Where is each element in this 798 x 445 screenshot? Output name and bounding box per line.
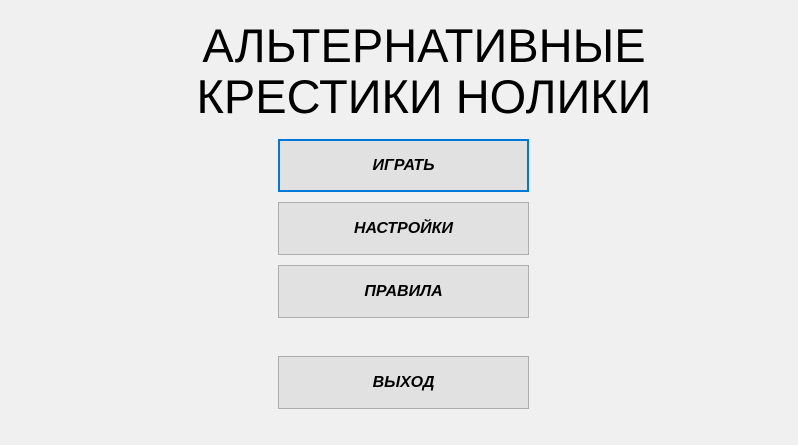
game-title-line-1: АЛЬТЕРНАТИВНЫЕ	[202, 19, 646, 72]
play-button-label: ИГРАТЬ	[372, 156, 435, 174]
game-title: АЛЬТЕРНАТИВНЫЕ КРЕСТИКИ НОЛИКИ	[0, 20, 798, 122]
rules-button-label: ПРАВИЛА	[364, 282, 443, 300]
exit-button[interactable]: ВЫХОД	[278, 356, 529, 409]
settings-button-label: НАСТРОЙКИ	[354, 219, 453, 237]
rules-button[interactable]: ПРАВИЛА	[278, 265, 529, 318]
settings-button[interactable]: НАСТРОЙКИ	[278, 202, 529, 255]
exit-button-label: ВЫХОД	[372, 373, 435, 391]
play-button[interactable]: ИГРАТЬ	[278, 139, 529, 192]
game-title-line-2: КРЕСТИКИ НОЛИКИ	[196, 70, 652, 123]
